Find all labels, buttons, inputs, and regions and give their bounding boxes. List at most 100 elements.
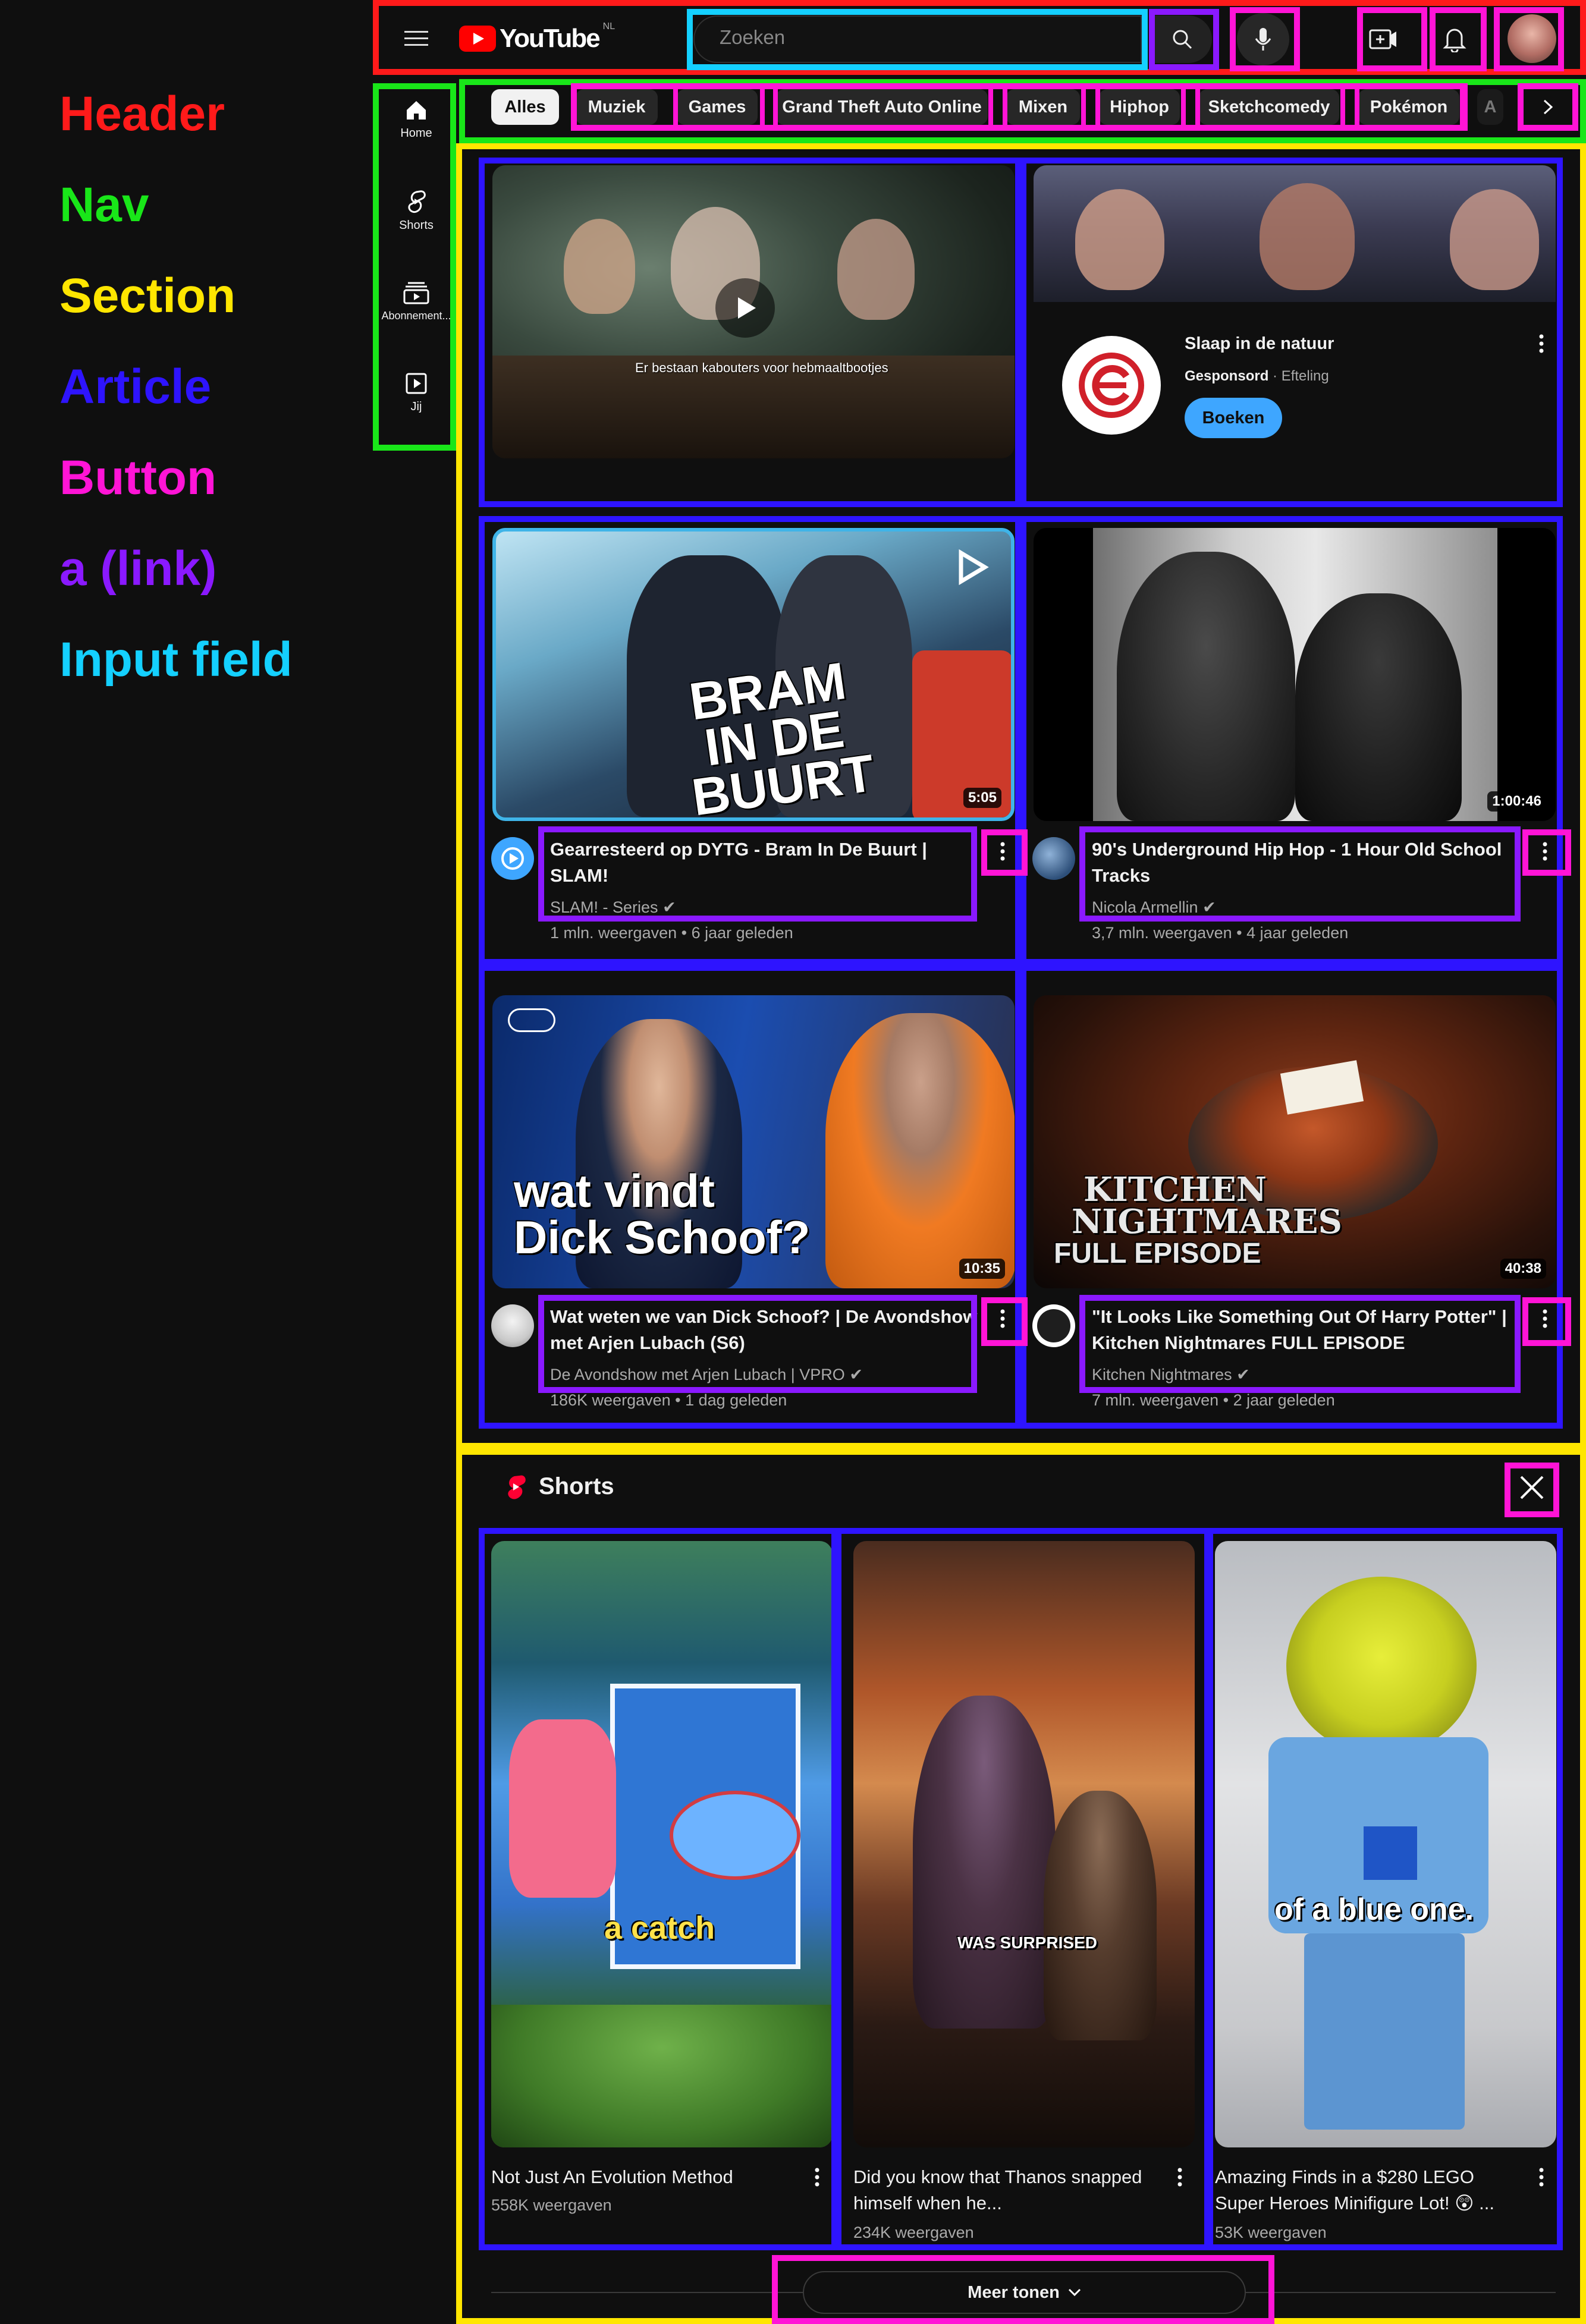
chip-hiphop[interactable]: Hiphop — [1099, 89, 1180, 125]
fairy-figure — [1075, 189, 1164, 290]
youtube-logo[interactable]: YouTube NL — [459, 21, 615, 54]
video-thumbnail[interactable]: wat vindt Dick Schoof? 10:35 — [492, 995, 1015, 1288]
pixel-whale — [670, 1791, 800, 1880]
short-more-button[interactable] — [1528, 2159, 1554, 2195]
overlay-line: Dick Schoof? — [514, 1211, 811, 1263]
short-more-button[interactable] — [804, 2159, 830, 2195]
video-title[interactable]: Gearresteerd op DYTG - Bram In De Buurt … — [550, 836, 927, 889]
video-thumbnail[interactable]: KITCHEN NIGHTMARES FULL EPISODE 40:38 — [1034, 995, 1556, 1288]
avatar[interactable] — [1508, 14, 1556, 63]
chip-partial[interactable]: A — [1477, 89, 1503, 125]
more-vert-icon — [815, 2168, 819, 2187]
video-title[interactable]: Wat weten we van Dick Schoof? | De Avond… — [550, 1304, 977, 1356]
short-thumbnail[interactable]: a catch — [491, 1541, 833, 2147]
thumbnail-overlay-text: KITCHEN NIGHTMARES FULL EPISODE — [1054, 1173, 1342, 1270]
channel-name[interactable]: SLAM! - Series ✔ — [550, 896, 676, 919]
video-title-line: met Arjen Lubach (S6) — [550, 1332, 745, 1353]
short-title[interactable]: Did you know that Thanos snapped himself… — [853, 2164, 1142, 2216]
subscriptions-icon — [403, 282, 429, 304]
chip-gta-online[interactable]: Grand Theft Auto Online — [776, 89, 988, 125]
video-title-line: Wat weten we van Dick Schoof? | De Avond… — [550, 1306, 978, 1327]
notifications-button[interactable] — [1433, 18, 1476, 61]
verified-icon: ✔ — [1202, 898, 1216, 916]
channel-name[interactable]: De Avondshow met Arjen Lubach | VPRO ✔ — [550, 1363, 863, 1386]
channel-name[interactable]: Nicola Armellin ✔ — [1092, 896, 1216, 919]
video-more-button[interactable] — [1532, 1301, 1558, 1336]
person-figure — [1117, 552, 1295, 821]
short-overlay-text: of a blue one. — [1274, 1892, 1474, 1927]
channel-avatar[interactable] — [491, 837, 534, 880]
person-figure — [825, 1013, 1015, 1288]
shorts-logo-icon — [508, 1475, 526, 1499]
video-title-line: Kitchen Nightmares FULL EPISODE — [1092, 1332, 1405, 1353]
video-title-line: Gearresteerd op DYTG - Bram In De Buurt … — [550, 839, 927, 860]
chevron-right-icon — [1543, 99, 1553, 115]
create-button[interactable] — [1362, 18, 1405, 61]
sidebar-item-label: Jij — [410, 400, 422, 413]
channel-name[interactable]: Kitchen Nightmares ✔ — [1092, 1363, 1250, 1386]
overlay-line: FULL EPISODE — [1054, 1238, 1261, 1269]
play-button[interactable] — [715, 278, 775, 338]
channel-avatar[interactable] — [1032, 837, 1075, 880]
ad-video-thumbnail[interactable]: Er bestaan kabouters voor hebmaaltbootje… — [492, 165, 1015, 458]
show-more-button[interactable]: Meer tonen — [803, 2271, 1246, 2314]
short-thumbnail[interactable]: of a blue one. — [1215, 1541, 1556, 2147]
verified-icon: ✔ — [849, 1366, 863, 1383]
video-thumbnail[interactable]: 1:00:46 — [1034, 528, 1556, 821]
chip-pokemon[interactable]: Pokémon — [1358, 89, 1459, 125]
verified-icon: ✔ — [662, 898, 676, 916]
short-more-button[interactable] — [1167, 2159, 1193, 2195]
shorts-heading: Shorts — [504, 1473, 614, 1500]
chip-mixen[interactable]: Mixen — [1006, 89, 1080, 125]
voice-search-button[interactable] — [1237, 13, 1289, 65]
chip-games[interactable]: Games — [677, 89, 758, 125]
chip-muziek[interactable]: Muziek — [576, 89, 658, 125]
efteling-logo[interactable] — [1062, 336, 1161, 435]
short-title[interactable]: Amazing Finds in a $280 LEGO Super Heroe… — [1215, 2164, 1494, 2216]
menu-icon[interactable] — [395, 21, 437, 56]
video-title[interactable]: 90's Underground Hip Hop - 1 Hour Old Sc… — [1092, 836, 1502, 889]
sponsored-label: Gesponsord — [1185, 368, 1269, 384]
video-duration: 1:00:46 — [1487, 791, 1546, 812]
chip-sketchcomedy[interactable]: Sketchcomedy — [1199, 89, 1339, 125]
video-title[interactable]: "It Looks Like Something Out Of Harry Po… — [1092, 1304, 1507, 1356]
ad-cta-button[interactable]: Boeken — [1185, 398, 1282, 438]
ad-more-button[interactable] — [1528, 326, 1554, 361]
short-views: 53K weergaven — [1215, 2224, 1327, 2241]
video-more-button[interactable] — [990, 834, 1016, 869]
short-title-line: himself when he... — [853, 2193, 1002, 2213]
thumbnail-overlay-text: wat vindt Dick Schoof? — [514, 1168, 810, 1260]
sidebar-item-label: Home — [400, 127, 432, 140]
fairy-figure — [564, 219, 635, 314]
channel-name-text: SLAM! - Series — [550, 898, 658, 916]
sidebar-item-subscriptions[interactable]: Abonnement... — [378, 281, 455, 323]
short-title-line: Super Heroes Minifigure Lot! 😲 ... — [1215, 2193, 1494, 2213]
short-title-line: Did you know that Thanos snapped — [853, 2166, 1142, 2187]
video-meta: 7 mln. weergaven • 2 jaar geleden — [1092, 1391, 1335, 1409]
short-title[interactable]: Not Just An Evolution Method — [491, 2164, 733, 2190]
chip-alles[interactable]: Alles — [491, 89, 559, 125]
kitchen-nightmares-logo — [1037, 1309, 1070, 1342]
shorts-title: Shorts — [539, 1473, 614, 1499]
search-button[interactable] — [1152, 15, 1212, 63]
verified-icon: ✔ — [1236, 1366, 1250, 1383]
youtube-logo-icon — [459, 26, 496, 52]
shorts-dismiss-button[interactable] — [1512, 1467, 1552, 1508]
video-thumbnail[interactable]: BRAM IN DE BUURT 5:05 — [492, 528, 1015, 821]
logo-text: YouTube — [500, 24, 601, 53]
play-icon — [959, 549, 989, 585]
sidebar-item-you[interactable]: Jij — [378, 372, 455, 414]
search-input[interactable]: Zoeken — [693, 15, 1142, 63]
sidebar-item-home[interactable]: Home — [378, 98, 455, 140]
lego-helmet — [1286, 1577, 1477, 1755]
channel-avatar[interactable] — [1032, 1304, 1075, 1347]
video-title-line: Tracks — [1092, 865, 1151, 886]
short-thumbnail[interactable]: WAS SURPRISED — [853, 1541, 1195, 2147]
ad-title[interactable]: Slaap in de natuur — [1185, 334, 1334, 354]
chip-next-button[interactable] — [1527, 86, 1569, 128]
video-more-button[interactable] — [990, 1301, 1016, 1336]
video-more-button[interactable] — [1532, 834, 1558, 869]
channel-avatar[interactable] — [491, 1304, 534, 1347]
sidebar-item-shorts[interactable]: Shorts — [378, 189, 455, 232]
legend-header: Header — [59, 87, 225, 141]
